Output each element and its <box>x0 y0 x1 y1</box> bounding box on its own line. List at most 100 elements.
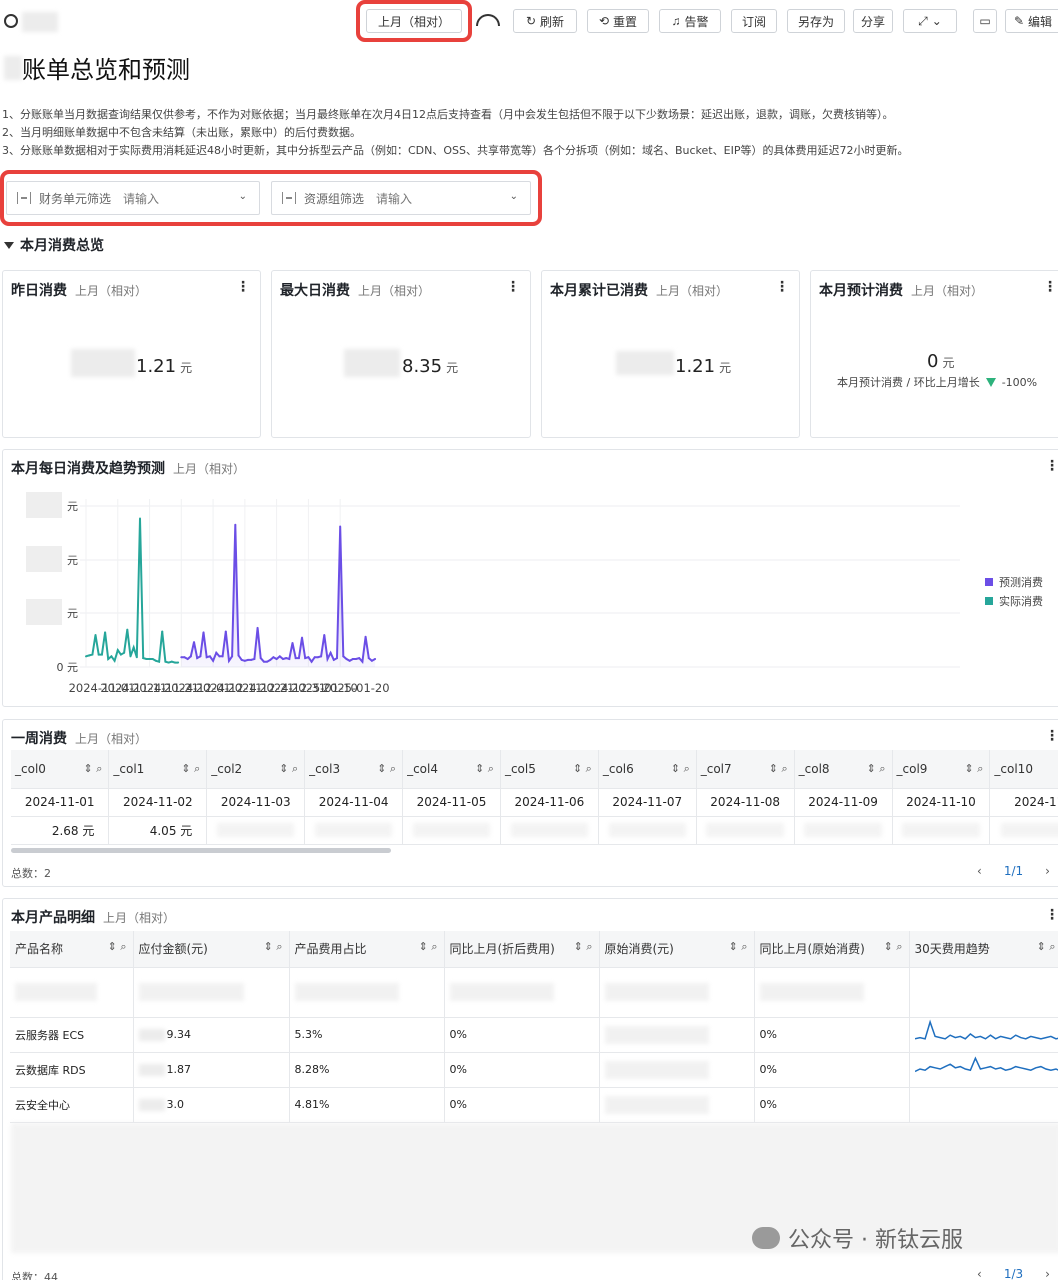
sort-search-icon[interactable]: ⇕ ⌕ <box>729 940 748 954</box>
column-header[interactable]: 同比上月(原始消费) ⇕ ⌕ <box>754 931 910 968</box>
column-header[interactable]: 同比上月(折后费用) ⇕ ⌕ <box>444 931 600 968</box>
date-cell: 2024-11-02 <box>108 788 208 817</box>
column-header[interactable]: _col9 ⇕ ⌕ <box>892 750 991 789</box>
data-point <box>243 659 246 662</box>
data-point <box>278 655 281 658</box>
sort-search-icon[interactable]: ⇕ ⌕ <box>574 940 593 954</box>
sort-search-icon[interactable]: ⇕ ⌕ <box>671 762 690 776</box>
sort-search-icon[interactable]: ⇕ ⌕ <box>769 762 788 776</box>
blurred-value <box>314 823 393 837</box>
column-header[interactable]: _col0 ⇕ ⌕ <box>11 750 110 789</box>
subscribe-button[interactable]: 订阅 <box>731 9 777 33</box>
legend-item-forecast[interactable]: 预测消费 <box>985 574 1043 590</box>
trend-chart: 0 元元元元2024-11-012024-11-112024-11-212024… <box>26 492 960 695</box>
data-point <box>189 655 192 658</box>
data-point <box>186 658 189 660</box>
data-point <box>250 658 253 661</box>
speedometer-icon[interactable] <box>476 14 500 26</box>
comment-button[interactable]: ▭ <box>973 9 997 33</box>
x-tick-label: 2025-01-20 <box>323 681 390 695</box>
data-point <box>313 656 316 659</box>
sort-search-icon[interactable]: ⇕ ⌕ <box>264 940 283 954</box>
blurred-prefix <box>138 1099 165 1111</box>
y-tick-blurred <box>26 546 62 572</box>
blurred-value <box>604 1095 709 1114</box>
y-tick-blurred <box>26 492 62 518</box>
table-row[interactable] <box>10 967 1058 1018</box>
note-line: 1、分账账单当月数据查询结果仅供参考，不作为对账依据；当月最终账单在次月4日12… <box>2 108 894 121</box>
data-point <box>97 653 100 656</box>
column-header[interactable]: 原始消费(元) ⇕ ⌕ <box>599 931 755 968</box>
sort-search-icon[interactable]: ⇕ ⌕ <box>377 762 396 776</box>
column-header[interactable]: _col8 ⇕ ⌕ <box>794 750 893 789</box>
next-page-icon[interactable]: › <box>1045 864 1050 878</box>
sort-search-icon[interactable]: ⇕ ⌕ <box>279 762 298 776</box>
column-header[interactable]: _col3 ⇕ ⌕ <box>304 750 404 789</box>
more-icon[interactable]: ⋮ <box>775 279 789 295</box>
value-cell <box>892 816 991 845</box>
edit-button[interactable]: ✎ 编辑 <box>1005 9 1058 33</box>
column-header[interactable]: 30天费用趋势 ⇕ ⌕ <box>909 931 1058 968</box>
column-header[interactable]: _col2 ⇕ ⌕ <box>206 750 306 789</box>
sort-search-icon[interactable]: ⇕ ⌕ <box>867 762 886 776</box>
sort-search-icon[interactable]: ⇕ ⌕ <box>573 762 592 776</box>
data-point <box>91 653 94 656</box>
sort-search-icon[interactable]: ⇕ ⌕ <box>884 940 903 954</box>
more-icon[interactable]: ⋮ <box>1043 279 1057 295</box>
sort-search-icon[interactable]: ⇕ ⌕ <box>475 762 494 776</box>
resource-group-filter[interactable]: 资源组筛选 请输入 ⌄ <box>271 181 531 215</box>
refresh-button[interactable]: ↻ 刷新 <box>513 9 577 33</box>
column-header[interactable]: _col7 ⇕ ⌕ <box>696 750 795 789</box>
column-header[interactable]: _col4 ⇕ ⌕ <box>402 750 501 789</box>
sort-search-icon[interactable]: ⇕ ⌕ <box>419 940 438 954</box>
note-line: 2、当月明细账单数据中不包含未结算（未出账，累账中）的后付费数据。 <box>2 126 361 139</box>
data-point <box>364 635 367 638</box>
column-header[interactable]: _col10⇕ ⌕ <box>989 750 1058 789</box>
more-icon[interactable]: ⋮ <box>236 279 250 295</box>
prev-page-icon[interactable]: ‹ <box>977 1267 982 1280</box>
more-icon[interactable]: ⋮ <box>1045 728 1058 744</box>
sort-search-icon[interactable]: ⇕ ⌕ <box>181 762 200 776</box>
data-point <box>224 630 227 633</box>
sort-search-icon[interactable]: ⇕ ⌕ <box>965 762 984 776</box>
table-row[interactable]: 云数据库 RDS 1.87 8.28% 0% 0% <box>10 1052 1058 1088</box>
next-page-icon[interactable]: › <box>1045 1267 1050 1280</box>
sort-search-icon[interactable]: ⇕ ⌕ <box>108 940 127 954</box>
section-header-summary[interactable]: 本月消费总览 <box>4 235 104 255</box>
fullscreen-button[interactable]: ⤢ ⌄ <box>903 9 957 33</box>
column-header[interactable]: _col5 ⇕ ⌕ <box>500 750 599 789</box>
legend-item-actual[interactable]: 实际消费 <box>985 593 1043 609</box>
date-cell: 2024-11-06 <box>500 788 599 817</box>
date-cell: 2024-11-10 <box>892 788 991 817</box>
data-point <box>132 646 135 649</box>
more-icon[interactable]: ⋮ <box>506 279 520 295</box>
reset-button[interactable]: ⟲ 重置 <box>587 9 649 33</box>
data-point <box>307 656 310 659</box>
alert-button[interactable]: ♫ 告警 <box>659 9 721 33</box>
horizontal-scrollbar[interactable] <box>11 848 391 853</box>
column-header[interactable]: 产品费用占比 ⇕ ⌕ <box>289 931 445 968</box>
table-row[interactable]: 云安全中心 3.0 4.81% 0% 0% <box>10 1087 1058 1123</box>
sort-search-icon[interactable]: ⇕ ⌕ <box>1037 940 1056 954</box>
blurred-prefix <box>138 1029 165 1041</box>
blurred-value <box>510 823 589 837</box>
finance-unit-filter[interactable]: 财务单元筛选 请输入 ⌄ <box>6 181 260 215</box>
notes: 1、分账账单当月数据查询结果仅供参考，不作为对账依据；当月最终账单在次月4日12… <box>2 106 908 160</box>
data-point <box>154 659 157 662</box>
prev-page-icon[interactable]: ‹ <box>977 864 982 878</box>
data-point <box>329 651 332 654</box>
data-point <box>348 659 351 662</box>
share-button[interactable]: 分享 <box>853 9 893 33</box>
save-as-button[interactable]: 另存为 <box>787 9 845 33</box>
sort-search-icon[interactable]: ⇕ ⌕ <box>84 762 103 776</box>
data-point <box>151 658 154 660</box>
column-header[interactable]: 应付金额(元) ⇕ ⌕ <box>133 931 290 968</box>
period-selector-button[interactable]: 上月（相对） <box>366 9 462 33</box>
more-icon[interactable]: ⋮ <box>1045 907 1058 923</box>
weekly-panel: 一周消费 上月（相对） ⋮ _col0 ⇕ ⌕ _col1 ⇕ ⌕ _col2 ⇕ ⌕ _co… <box>2 719 1058 887</box>
table-row[interactable]: 云服务器 ECS 9.34 5.3% 0% 0% <box>10 1017 1058 1053</box>
column-header[interactable]: 产品名称 ⇕ ⌕ <box>10 931 134 968</box>
data-point <box>161 630 164 633</box>
column-header[interactable]: _col6 ⇕ ⌕ <box>598 750 697 789</box>
column-header[interactable]: _col1 ⇕ ⌕ <box>108 750 208 789</box>
